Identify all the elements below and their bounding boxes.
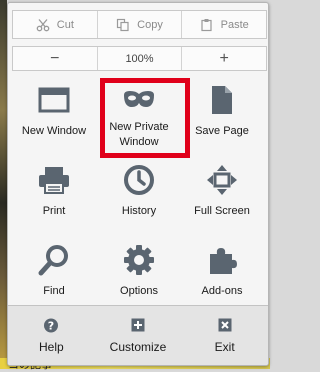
edit-row: Cut Copy Paste (12, 10, 267, 39)
fullscreen-icon (207, 165, 237, 195)
find-label: Find (43, 285, 65, 297)
menu-panel: Cut Copy Paste − 100% + New Window New P… (7, 2, 269, 366)
options-button[interactable]: Options (96, 232, 182, 306)
copy-button[interactable]: Copy (98, 11, 183, 38)
find-button[interactable]: Find (11, 232, 97, 306)
copy-label: Copy (137, 18, 163, 31)
customize-button[interactable]: Customize (95, 306, 182, 365)
private-mask-icon (124, 91, 154, 107)
zoom-row: − 100% + (12, 46, 267, 71)
print-label: Print (42, 205, 66, 217)
add-ons-label: Add-ons (201, 285, 243, 297)
zoom-out-button[interactable]: − (13, 47, 98, 70)
scissors-icon (36, 18, 50, 31)
clipboard-icon (201, 18, 212, 31)
save-page-button[interactable]: Save Page (179, 72, 265, 146)
full-screen-label: Full Screen (194, 205, 250, 217)
puzzle-icon (210, 248, 237, 274)
copy-icon (117, 18, 129, 31)
paste-label: Paste (220, 18, 249, 31)
printer-icon (39, 167, 69, 194)
clock-icon (124, 165, 154, 195)
magnifier-icon (38, 245, 68, 276)
options-label: Options (120, 285, 158, 297)
zoom-level[interactable]: 100% (98, 47, 183, 70)
background-left-edge (0, 0, 7, 369)
full-screen-button[interactable]: Full Screen (179, 152, 265, 226)
exit-label: Exit (214, 340, 235, 354)
history-label: History (121, 205, 157, 217)
cut-button[interactable]: Cut (13, 11, 98, 38)
menu-footer: ? Help Customize Exit (8, 305, 268, 365)
new-window-button[interactable]: New Window (11, 72, 97, 146)
help-button[interactable]: ? Help (8, 306, 95, 365)
close-box-icon (218, 318, 232, 332)
zoom-in-button[interactable]: + (182, 47, 266, 70)
print-button[interactable]: Print (11, 152, 97, 226)
new-window-label: New Window (21, 125, 87, 137)
plus-box-icon (131, 318, 145, 332)
customize-label: Customize (109, 340, 167, 354)
new-private-window-button[interactable]: New Private Window (96, 72, 182, 148)
history-button[interactable]: History (96, 152, 182, 226)
page-icon (212, 86, 232, 114)
cut-label: Cut (56, 18, 74, 31)
help-icon: ? (44, 318, 59, 333)
new-private-window-label: New Private Window (109, 121, 169, 148)
svg-text:?: ? (48, 320, 54, 333)
add-ons-button[interactable]: Add-ons (179, 232, 265, 306)
save-page-label: Save Page (195, 125, 249, 137)
help-label: Help (38, 340, 64, 354)
paste-button[interactable]: Paste (182, 11, 266, 38)
gear-icon (124, 245, 154, 275)
exit-button[interactable]: Exit (181, 306, 268, 365)
window-icon (38, 87, 70, 113)
